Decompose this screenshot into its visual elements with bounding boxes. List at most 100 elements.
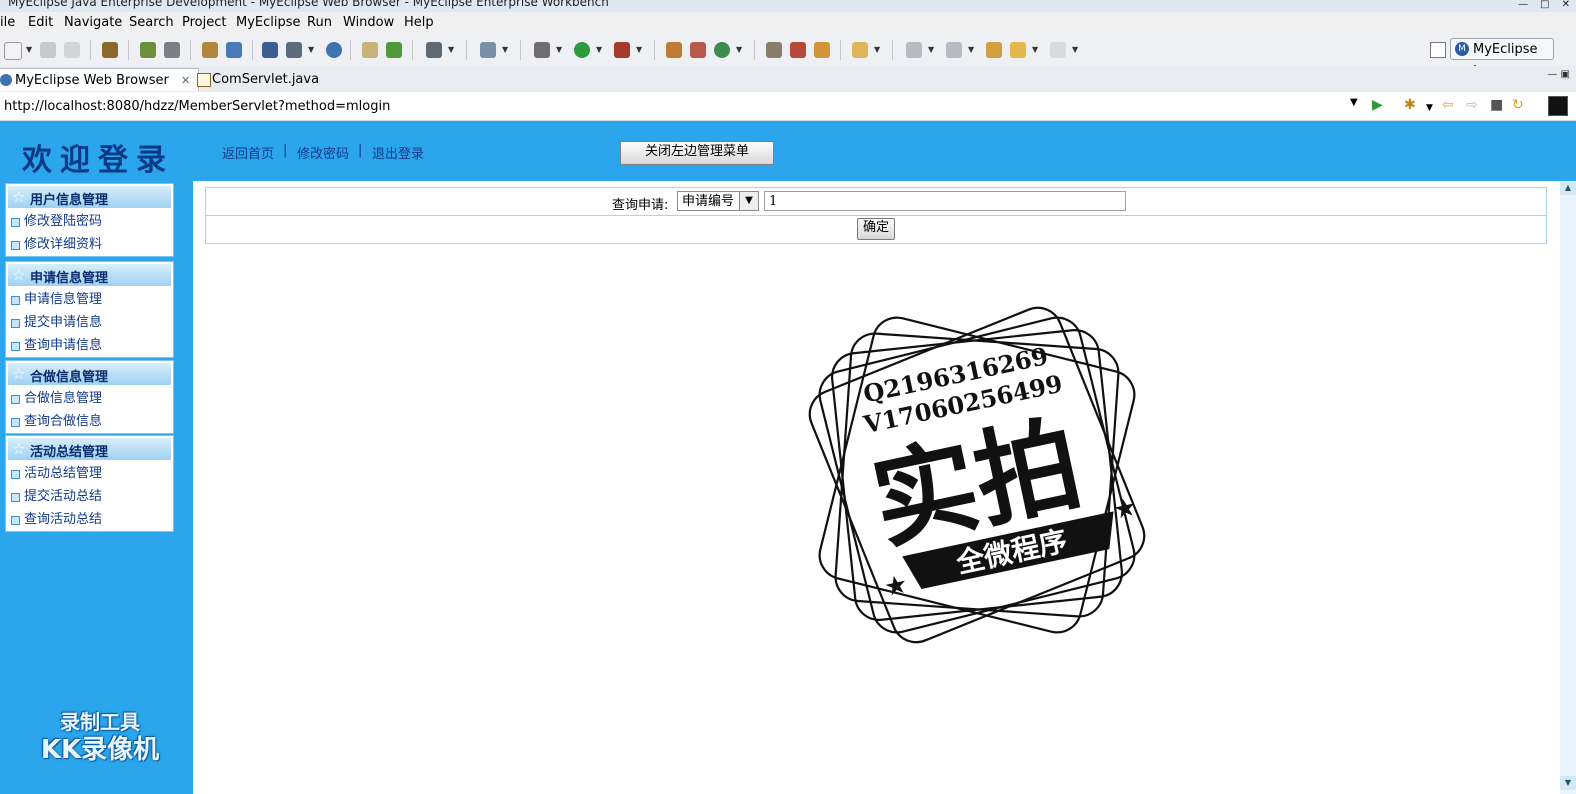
package-icon[interactable]	[102, 42, 118, 58]
globe-icon	[0, 74, 12, 86]
sidebar-group-header[interactable]: ☆ 用户信息管理	[8, 186, 171, 208]
chevron-down-icon[interactable]: ▼	[1350, 97, 1358, 108]
menu-window[interactable]: Window	[343, 15, 394, 30]
prev-annotation-icon[interactable]	[946, 42, 962, 58]
sidebar-group-header[interactable]: ☆ 合做信息管理	[8, 363, 171, 385]
wizard-icon[interactable]	[202, 42, 218, 58]
forward-icon[interactable]: ⇨	[1466, 98, 1478, 112]
debug-icon[interactable]	[534, 42, 550, 58]
external-tools-icon[interactable]	[614, 42, 630, 58]
star-icon: ☆	[12, 266, 26, 284]
recorder-watermark: 录制工具 KK录像机	[40, 710, 160, 765]
menu-help[interactable]: Help	[404, 15, 434, 30]
minimize-icon[interactable]: —	[1518, 0, 1528, 10]
next-annotation-icon[interactable]	[906, 42, 922, 58]
last-edit-icon[interactable]	[986, 42, 1002, 58]
folder-icon[interactable]	[852, 42, 868, 58]
tab-label: ComServlet.java	[212, 72, 320, 87]
close-icon[interactable]: ✕	[1562, 0, 1570, 10]
sidebar-item-application-query[interactable]: 查询申请信息	[6, 334, 173, 357]
new-class-icon[interactable]	[666, 42, 682, 58]
query-label: 查询申请:	[612, 198, 669, 213]
run-icon[interactable]	[574, 42, 590, 58]
sidebar-item-summary-manage[interactable]: 活动总结管理	[6, 462, 173, 485]
menu-edit[interactable]: Edit	[28, 15, 53, 30]
logout-link[interactable]: 退出登录	[372, 143, 424, 162]
sidebar-item-cooperation-manage[interactable]: 合做信息管理	[6, 387, 173, 410]
new-package-icon[interactable]	[690, 42, 706, 58]
sidebar-item-change-password[interactable]: 修改登陆密码	[6, 210, 173, 233]
web-page: 欢迎登录 返回首页 | 修改密码 | 退出登录 关闭左边管理菜单 ☆ 用户信息管…	[0, 121, 1576, 794]
chevron-down-icon[interactable]: ▼	[26, 45, 32, 54]
star-icon: ★	[1110, 492, 1139, 526]
go-icon[interactable]: ▶	[1372, 98, 1383, 112]
close-menu-button[interactable]: 关闭左边管理菜单	[620, 141, 774, 165]
open-type-icon[interactable]	[766, 42, 782, 58]
back-icon[interactable]	[1010, 42, 1026, 58]
forward-icon[interactable]	[1050, 42, 1066, 58]
build-icon[interactable]	[140, 42, 156, 58]
new-server-icon[interactable]	[386, 42, 402, 58]
maximize-icon[interactable]: □	[1540, 0, 1549, 10]
view-controls[interactable]: — ▣	[1547, 69, 1570, 80]
search-wizard-icon[interactable]	[226, 42, 242, 58]
server-run-icon[interactable]	[286, 42, 302, 58]
editor-tabs: MyEclipse Web Browser ✕ ComServlet.java …	[0, 66, 1576, 93]
open-perspective-icon[interactable]	[1430, 42, 1446, 58]
sidebar-item-summary-submit[interactable]: 提交活动总结	[6, 485, 173, 508]
tab-comservlet[interactable]: ComServlet.java	[194, 68, 327, 91]
sidebar-group-header[interactable]: ☆ 申请信息管理	[8, 264, 171, 286]
new-icon[interactable]	[4, 42, 22, 60]
tab-web-browser[interactable]: MyEclipse Web Browser ✕	[0, 68, 200, 91]
refresh-icon[interactable]: ↻	[1512, 98, 1524, 112]
star-icon: ★	[882, 569, 911, 603]
query-input[interactable]	[764, 191, 1126, 211]
scroll-down-icon[interactable]: ▼	[1560, 776, 1576, 790]
sidebar-group-header[interactable]: ☆ 活动总结管理	[8, 438, 171, 460]
vertical-scrollbar[interactable]: ▲ ▼	[1560, 181, 1576, 794]
menu-search[interactable]: Search	[129, 15, 174, 30]
open-resource-icon[interactable]	[814, 42, 830, 58]
globe-icon[interactable]	[326, 42, 342, 58]
tab-label: MyEclipse Web Browser	[15, 73, 169, 88]
star-icon: ☆	[12, 440, 26, 458]
snapshot-icon[interactable]	[1548, 96, 1568, 116]
camera-icon[interactable]	[426, 42, 442, 58]
open-icon[interactable]	[362, 42, 378, 58]
back-icon[interactable]: ⇦	[1442, 98, 1454, 112]
change-password-link[interactable]: 修改密码	[297, 143, 349, 162]
query-type-select[interactable]: 申请编号 ▼	[677, 191, 759, 211]
open-task-icon[interactable]	[790, 42, 806, 58]
deploy-icon[interactable]	[164, 42, 180, 58]
menu-myeclipse[interactable]: MyEclipse	[236, 15, 301, 30]
menu-navigate[interactable]: Navigate	[64, 15, 122, 30]
tools-icon[interactable]: ✱	[1404, 98, 1416, 112]
home-link[interactable]: 返回首页	[222, 143, 274, 162]
sidebar-item-cooperation-query[interactable]: 查询合做信息	[6, 410, 173, 433]
bullet-icon	[11, 241, 20, 250]
page-title: 欢迎登录	[22, 143, 174, 178]
stamp-watermark: Q2196316269 V17060256499 实拍 全微程序 ★ ★	[808, 306, 1146, 644]
query-row: 查询申请: 申请编号 ▼	[206, 188, 1546, 216]
stop-icon[interactable]: ■	[1490, 98, 1503, 112]
submit-button[interactable]: 确定	[857, 218, 895, 240]
sidebar-item-application-submit[interactable]: 提交申请信息	[6, 311, 173, 334]
window-titlebar: MyEclipse Java Enterprise Development - …	[0, 0, 1576, 12]
scroll-up-icon[interactable]: ▲	[1560, 181, 1576, 195]
sidebar-item-edit-profile[interactable]: 修改详细资料	[6, 233, 173, 256]
sidebar-item-application-manage[interactable]: 申请信息管理	[6, 288, 173, 311]
page-header: 欢迎登录 返回首页 | 修改密码 | 退出登录 关闭左边管理菜单	[0, 121, 1576, 181]
close-icon[interactable]: ✕	[181, 74, 190, 87]
new-wizard-icon[interactable]	[714, 42, 730, 58]
save-icon[interactable]	[40, 42, 56, 58]
perspective-button[interactable]: M MyEclipse J...	[1450, 38, 1554, 79]
project-icon[interactable]	[480, 42, 496, 58]
sidebar-item-summary-query[interactable]: 查询活动总结	[6, 508, 173, 531]
print-icon[interactable]	[64, 42, 80, 58]
menu-file[interactable]: ile	[0, 15, 15, 30]
url-input[interactable]	[2, 96, 1366, 116]
chevron-down-icon: ▼	[739, 192, 758, 210]
menu-run[interactable]: Run	[307, 15, 332, 30]
menu-project[interactable]: Project	[182, 15, 226, 30]
server-icon[interactable]	[262, 42, 278, 58]
